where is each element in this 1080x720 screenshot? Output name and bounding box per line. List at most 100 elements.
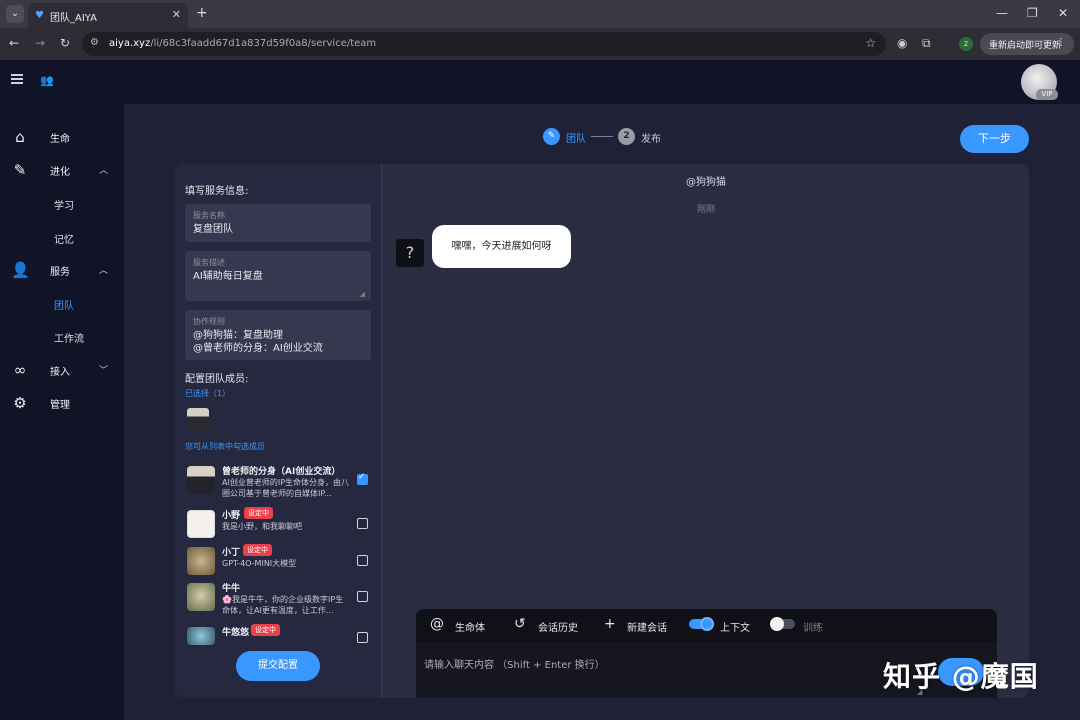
chat-message-bubble: 嘿嘿，今天进展如何呀 xyxy=(432,225,571,268)
sidebar-item-workflow[interactable]: 工作流 xyxy=(54,330,84,345)
submit-config-button[interactable]: 提交配置 xyxy=(236,651,320,681)
reload-icon[interactable]: ↻ xyxy=(60,36,70,50)
list-item[interactable]: 牛悠悠 设定中 xyxy=(185,624,375,645)
extension-icon[interactable]: ◉ xyxy=(897,36,907,50)
minimize-icon[interactable]: — xyxy=(996,6,1008,20)
tab-search-button[interactable]: ⌄ xyxy=(6,5,24,23)
browser-tab-bar: ⌄ ♥ 团队_AIYA ✕ + — ❐ ✕ xyxy=(0,0,1080,28)
service-desc-field[interactable]: 服务描述 AI辅助每日复盘 ◢ xyxy=(185,251,371,301)
train-label: 训练 xyxy=(803,623,823,634)
user-add-icon: 👤 xyxy=(11,261,30,279)
train-toggle[interactable] xyxy=(770,617,795,631)
sidebar-item-manage[interactable]: ⚙ 管理 xyxy=(0,388,124,418)
service-desc-value: AI辅助每日复盘 xyxy=(193,271,263,282)
sidebar-item-evolve[interactable]: ✎ 进化 ︿ xyxy=(0,155,124,185)
member-checkbox[interactable] xyxy=(357,472,368,485)
service-name-field[interactable]: 服务名称 复盘团队 xyxy=(185,204,371,242)
step-1-edit-icon: ✎ xyxy=(543,128,560,145)
list-item[interactable]: 小野 设定中 我是小野，和我聊聊吧 xyxy=(185,507,375,548)
service-info-title: 填写服务信息: xyxy=(185,186,249,197)
status-badge: 设定中 xyxy=(243,544,272,556)
sidebar-item-service[interactable]: 👤 服务 ︿ xyxy=(0,255,124,285)
chat-input[interactable]: 请输入聊天内容 （Shift + Enter 换行） xyxy=(424,656,605,671)
members-title: 配置团队成员: xyxy=(185,374,249,385)
browser-tab[interactable]: ♥ 团队_AIYA ✕ xyxy=(28,3,188,28)
list-item[interactable]: 小丁 设定中 GPT-4O-MINI大模型 xyxy=(185,544,375,585)
step-2-label: 发布 xyxy=(641,134,661,145)
address-bar[interactable]: ⚙ aiya.xyz/li/68c3faadd67d1a837d59f0a8/s… xyxy=(82,32,886,56)
browser-toolbar: ← → ↻ ⚙ aiya.xyz/li/68c3faadd67d1a837d59… xyxy=(0,28,1080,60)
chat-title: @狗狗猫 xyxy=(686,177,726,188)
magic-wand-icon: ✎ xyxy=(13,161,27,179)
hamburger-icon[interactable] xyxy=(11,74,23,84)
watermark: 知乎 @魔国 xyxy=(883,660,1039,693)
life-tool-button[interactable]: 生命体 xyxy=(455,619,485,634)
sidebar-item-memory[interactable]: 记忆 xyxy=(54,231,74,246)
context-label: 上下文 xyxy=(720,623,750,634)
status-badge: 设定中 xyxy=(251,624,280,636)
back-icon[interactable]: ← xyxy=(9,36,19,50)
step-2-number: 2 xyxy=(618,128,635,145)
sidebar-item-team[interactable]: 团队 xyxy=(54,297,74,312)
member-hint: 您可从列表中勾选成员 xyxy=(185,442,265,451)
link-icon: ∞ xyxy=(13,361,27,379)
user-switch-icon[interactable]: 👥 xyxy=(40,74,54,87)
member-avatar xyxy=(187,627,215,645)
context-toggle[interactable] xyxy=(689,617,714,631)
sidebar: ⌂ 生命 ✎ 进化 ︿ 学习 记忆 👤 服务 ︿ 团队 工作流 ∞ 接入 ﹀ ⚙… xyxy=(0,104,124,720)
next-step-button[interactable]: 下一步 xyxy=(960,125,1029,153)
member-checkbox[interactable] xyxy=(357,555,368,566)
bookmark-star-icon[interactable]: ☆ xyxy=(865,36,876,50)
history-button[interactable]: 会话历史 xyxy=(538,619,578,634)
chevron-down-icon: ﹀ xyxy=(99,366,109,376)
sidebar-item-learn[interactable]: 学习 xyxy=(54,197,74,212)
new-tab-icon[interactable]: + xyxy=(196,5,208,21)
member-checkbox[interactable] xyxy=(357,591,368,602)
member-checkbox[interactable] xyxy=(357,632,368,643)
vip-badge: VIP xyxy=(1036,89,1058,100)
member-avatar xyxy=(187,466,215,494)
restore-icon[interactable]: ❐ xyxy=(1027,6,1038,20)
selected-count[interactable]: 已选择（1） xyxy=(185,388,230,399)
site-info-icon[interactable]: ⚙ xyxy=(90,37,99,48)
step-connector xyxy=(591,136,613,137)
list-item[interactable]: 牛牛 🌸我是牛牛，你的企业级数字IP生命体，让AI更有温度，让工作... xyxy=(185,581,375,621)
toggle-knob xyxy=(770,617,784,631)
update-button[interactable]: 重新启动即可更新 ⋮ xyxy=(980,33,1074,55)
app-header xyxy=(0,60,1080,104)
history-icon[interactable]: ↺ xyxy=(514,616,526,632)
url-text: aiya.xyz/li/68c3faadd67d1a837d59f0a8/ser… xyxy=(109,38,377,49)
resize-grip-icon[interactable]: ◢ xyxy=(360,290,365,298)
tab-title: 团队_AIYA xyxy=(50,13,97,24)
member-checkbox[interactable] xyxy=(357,518,368,529)
collab-rule-line-1: @狗狗猫：复盘助理 xyxy=(193,330,283,341)
status-badge: 设定中 xyxy=(244,507,273,519)
toggle-knob xyxy=(700,617,714,631)
collab-rules-field[interactable]: 协作规则 @狗狗猫：复盘助理 @曾老师的分身：AI创业交流 xyxy=(185,310,371,360)
at-icon[interactable]: @ xyxy=(430,616,444,632)
sidebar-item-life[interactable]: ⌂ 生命 xyxy=(0,122,124,152)
chevron-up-icon: ︿ xyxy=(99,166,109,176)
gear-icon: ⚙ xyxy=(13,394,27,412)
sidebar-item-connect[interactable]: ∞ 接入 ﹀ xyxy=(0,355,124,385)
selected-member-avatar xyxy=(187,408,209,432)
plus-icon[interactable]: + xyxy=(604,616,616,632)
message-timestamp: 刚刚 xyxy=(697,205,716,215)
member-avatar xyxy=(187,547,215,575)
forward-icon[interactable]: → xyxy=(35,36,45,50)
new-chat-button[interactable]: 新建会话 xyxy=(627,619,667,634)
service-name-value: 复盘团队 xyxy=(193,224,233,235)
question-icon: ? xyxy=(396,239,424,267)
member-avatar xyxy=(187,583,215,611)
window-close-icon[interactable]: ✕ xyxy=(1058,6,1068,20)
chevron-up-icon: ︿ xyxy=(99,266,109,276)
member-avatar xyxy=(187,510,215,538)
house-icon: ⌂ xyxy=(15,128,25,146)
favicon-icon: ♥ xyxy=(35,10,44,21)
list-item[interactable]: 曾老师的分身（AI创业交流） AI创业曾老师的IP生命体分身，由八圈公司基于曾老… xyxy=(185,464,375,504)
collab-rule-line-2: @曾老师的分身：AI创业交流 xyxy=(193,343,323,354)
menu-dots-icon: ⋮ xyxy=(1056,37,1066,48)
puzzle-icon[interactable]: ⧉ xyxy=(922,36,931,51)
extension-badge[interactable]: 2 xyxy=(959,37,973,51)
tab-close-icon[interactable]: ✕ xyxy=(172,8,181,21)
